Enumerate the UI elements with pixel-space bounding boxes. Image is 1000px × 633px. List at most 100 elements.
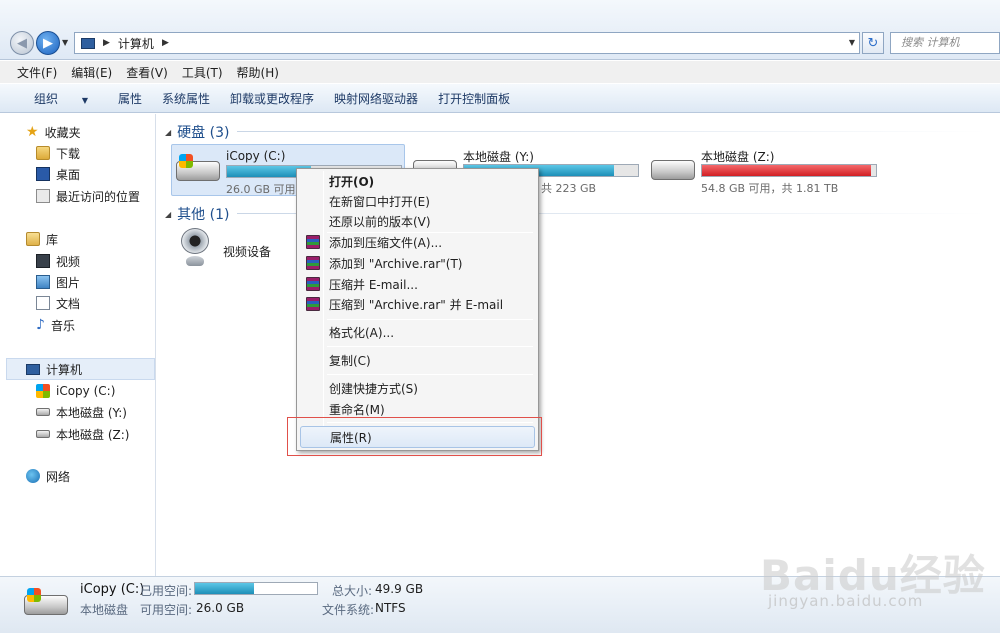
sidebar-label: 库: [46, 232, 59, 247]
menu-item-add-archive[interactable]: 添加到压缩文件(A)...: [300, 232, 535, 253]
address-path-computer[interactable]: 计算机: [118, 35, 154, 52]
windows-drive-icon: [36, 384, 50, 398]
menu-label: 添加到压缩文件(A)...: [329, 236, 443, 250]
back-button[interactable]: ◀: [10, 31, 34, 55]
details-total-value: 49.9 GB: [375, 582, 424, 596]
menu-item-create-shortcut[interactable]: 创建快捷方式(S): [300, 378, 535, 399]
drive-item-z[interactable]: 本地磁盘 (Z:) 54.8 GB 可用，共 1.81 TB: [647, 144, 887, 196]
details-free-value: 26.0 GB: [196, 601, 245, 615]
arrow-left-icon: ◀: [17, 35, 27, 51]
sidebar-libraries[interactable]: 库: [26, 229, 58, 249]
sidebar-label: 桌面: [56, 167, 81, 182]
menu-label: 压缩到 "Archive.rar" 并 E-mail: [329, 298, 504, 312]
sidebar-item-desktop[interactable]: 桌面: [36, 164, 80, 184]
details-drive-name: iCopy (C:): [80, 582, 145, 597]
chevron-right-icon[interactable]: ▶: [103, 38, 110, 48]
sidebar-item-drive-y[interactable]: 本地磁盘 (Y:): [36, 402, 127, 422]
menu-separator: [327, 319, 533, 320]
sidebar-item-music[interactable]: ♪ 音乐: [36, 315, 75, 335]
group-header-other[interactable]: ◢ 其他 (1): [165, 204, 229, 224]
group-header-hdd[interactable]: ◢ 硬盘 (3): [165, 122, 229, 142]
menu-tools[interactable]: 工具(T): [175, 64, 230, 81]
drive-info: 26.0 GB 可用: [226, 183, 296, 196]
refresh-icon: ↻: [867, 35, 879, 51]
details-used-label: 已用空间:: [140, 584, 193, 598]
winrar-icon: [306, 277, 320, 291]
refresh-button[interactable]: ↻: [862, 32, 884, 54]
organize-button[interactable]: 组织 ▼: [14, 90, 108, 107]
arrow-right-icon: ▶: [43, 35, 53, 51]
group-title: 硬盘 (3): [177, 125, 230, 141]
history-dropdown-icon[interactable]: ▼: [62, 38, 68, 47]
group-divider: [237, 131, 987, 132]
menu-item-restore-versions[interactable]: 还原以前的版本(V): [300, 211, 535, 232]
video-icon: [36, 254, 50, 268]
sidebar-item-pictures[interactable]: 图片: [36, 272, 80, 292]
menu-item-open[interactable]: 打开(O): [300, 171, 535, 192]
document-icon: [36, 296, 50, 310]
sidebar-label: 文档: [56, 296, 81, 311]
menu-item-add-archive-rar[interactable]: 添加到 "Archive.rar"(T): [300, 253, 535, 274]
library-icon: [26, 232, 40, 246]
webcam-base: [186, 256, 204, 266]
menu-separator: [327, 346, 533, 347]
menu-item-open-new-window[interactable]: 在新窗口中打开(E): [300, 191, 535, 212]
sidebar-label: iCopy (C:): [56, 384, 116, 398]
menu-item-copy[interactable]: 复制(C): [300, 350, 535, 371]
webcam-head: [181, 228, 209, 254]
menu-file[interactable]: 文件(F): [10, 64, 64, 81]
sidebar-item-drive-z[interactable]: 本地磁盘 (Z:): [36, 424, 129, 444]
address-field[interactable]: ▶ 计算机 ▶ ▼: [74, 32, 860, 54]
context-menu: 打开(O) 在新窗口中打开(E) 还原以前的版本(V) 添加到压缩文件(A)..…: [296, 168, 539, 451]
sidebar-label: 最近访问的位置: [56, 189, 141, 204]
winrar-icon: [306, 256, 320, 270]
system-properties-button[interactable]: 系统属性: [152, 90, 220, 107]
sidebar-item-downloads[interactable]: 下载: [36, 143, 80, 163]
network-icon: [26, 469, 40, 483]
sidebar-label: 网络: [46, 469, 71, 484]
windows-drive-icon: [24, 588, 68, 615]
details-fs-label: 文件系统:: [322, 603, 375, 617]
menu-view[interactable]: 查看(V): [119, 64, 175, 81]
menu-item-format[interactable]: 格式化(A)...: [300, 322, 535, 343]
forward-button[interactable]: ▶: [36, 31, 60, 55]
details-fs-value: NTFS: [375, 601, 406, 615]
sidebar-favorites[interactable]: ★ 收藏夹: [26, 122, 81, 142]
menu-label: 添加到 "Archive.rar"(T): [329, 257, 463, 271]
sidebar-computer[interactable]: 计算机: [26, 359, 82, 379]
sidebar-item-drive-c[interactable]: iCopy (C:): [36, 381, 115, 401]
search-input[interactable]: 搜索 计算机: [890, 32, 1000, 54]
sidebar-item-recent[interactable]: 最近访问的位置: [36, 186, 140, 206]
collapse-triangle-icon[interactable]: ◢: [165, 128, 171, 137]
menu-edit[interactable]: 编辑(E): [64, 64, 119, 81]
winrar-icon: [306, 297, 320, 311]
chevron-right-icon[interactable]: ▶: [162, 38, 169, 48]
webcam-icon[interactable]: [181, 228, 209, 268]
navigation-pane: ★ 收藏夹 下载 桌面 最近访问的位置 库 视频 图片 文档 ♪ 音乐 计算机 …: [0, 114, 156, 576]
menu-help[interactable]: 帮助(H): [230, 64, 286, 81]
menu-item-compress-rar-email[interactable]: 压缩到 "Archive.rar" 并 E-mail: [300, 294, 535, 315]
address-dropdown-icon[interactable]: ▼: [849, 38, 855, 47]
drive-icon: [651, 160, 695, 180]
details-usage-fill: [195, 583, 254, 594]
sidebar-item-documents[interactable]: 文档: [36, 293, 80, 313]
collapse-triangle-icon[interactable]: ◢: [165, 210, 171, 219]
details-usage-bar: [194, 582, 318, 595]
recent-places-icon: [36, 189, 50, 203]
uninstall-program-button[interactable]: 卸载或更改程序: [220, 90, 324, 107]
device-label[interactable]: 视频设备: [223, 243, 271, 260]
map-network-drive-button[interactable]: 映射网络驱动器: [324, 90, 428, 107]
open-control-panel-button[interactable]: 打开控制面板: [428, 90, 520, 107]
sidebar-network[interactable]: 网络: [26, 466, 70, 486]
winrar-icon: [306, 235, 320, 249]
details-free-label: 可用空间:: [140, 603, 193, 617]
sidebar-label: 视频: [56, 254, 81, 269]
sidebar-item-videos[interactable]: 视频: [36, 251, 80, 271]
menu-item-compress-email[interactable]: 压缩并 E-mail...: [300, 274, 535, 295]
details-pane: iCopy (C:) 已用空间: 总大小: 49.9 GB 本地磁盘 可用空间:…: [0, 576, 1000, 633]
downloads-folder-icon: [36, 146, 50, 160]
menu-separator: [327, 374, 533, 375]
organize-label: 组织: [34, 91, 59, 106]
properties-button[interactable]: 属性: [108, 90, 152, 107]
drive-name: 本地磁盘 (Y:): [463, 150, 534, 164]
